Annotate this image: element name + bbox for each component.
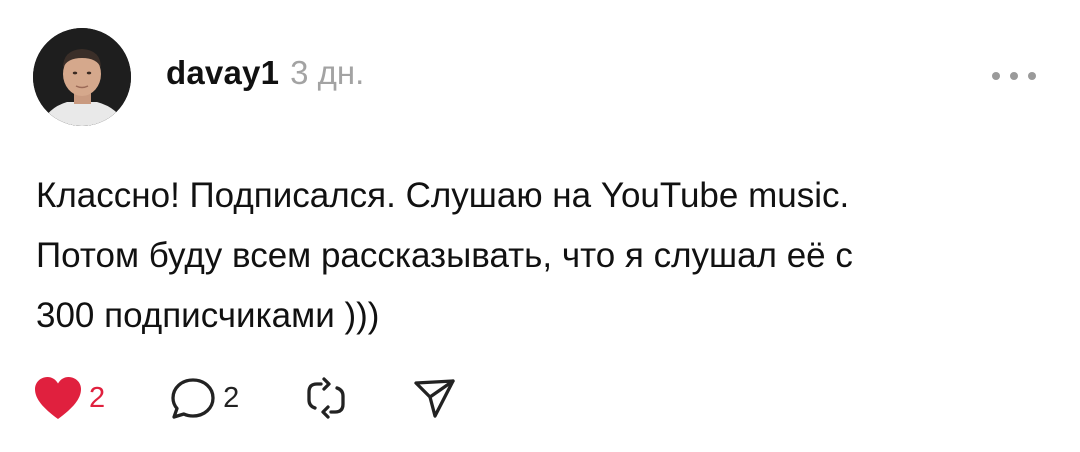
post: davay1 3 дн. Классно! Подписался. Слушаю…	[0, 0, 1080, 452]
timestamp: 3 дн.	[290, 54, 365, 91]
share-button[interactable]	[411, 375, 457, 421]
username[interactable]: davay1	[166, 54, 279, 92]
comment-icon	[171, 378, 215, 419]
heart-icon	[35, 377, 81, 419]
send-icon	[414, 379, 455, 418]
like-button[interactable]: 2	[33, 375, 105, 421]
avatar[interactable]	[33, 28, 131, 126]
reply-button[interactable]: 2	[169, 375, 239, 421]
post-text: Классно! Подписался. Слушаю на YouTube m…	[36, 176, 853, 335]
repost-button[interactable]	[303, 375, 349, 421]
more-dots-icon	[992, 72, 1036, 80]
avatar-photo	[33, 28, 131, 126]
more-options-button[interactable]	[988, 62, 1040, 90]
action-bar: 2 2	[33, 372, 457, 424]
repost-icon	[307, 377, 345, 419]
post-header: davay1 3 дн.	[166, 54, 364, 92]
like-count: 2	[89, 381, 106, 414]
reply-count: 2	[223, 381, 240, 414]
